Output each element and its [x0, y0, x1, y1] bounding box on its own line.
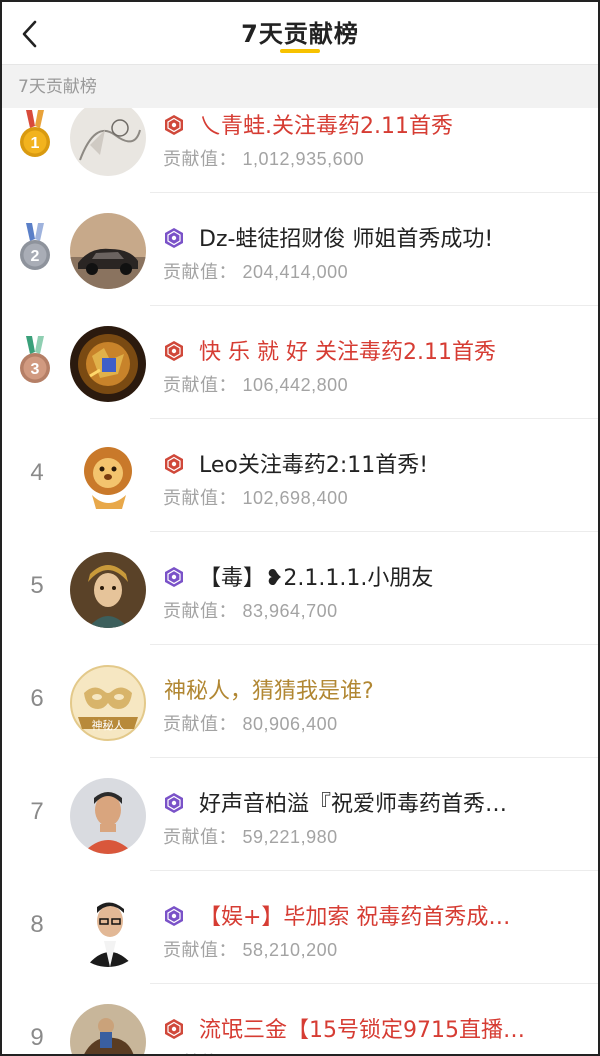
contribution-value: 贡献值： 1,012,935,600	[163, 145, 364, 171]
contribution-value: 贡献值： 83,964,700	[163, 597, 338, 623]
user-name[interactable]: 快 乐 就 好 关注毒药2.11首秀	[199, 334, 496, 366]
contribution-list[interactable]: 1 乀青蛙.关注毒药2.11首秀贡献值： 1,012,935,600 2 Dz-…	[2, 108, 598, 1054]
user-name[interactable]: Leo关注毒药2:11首秀!	[199, 447, 428, 479]
user-name[interactable]: 乀青蛙.关注毒药2.11首秀	[199, 108, 453, 140]
level-badge-icon	[163, 566, 185, 588]
contribution-label: 贡献值：	[163, 940, 243, 960]
contribution-amount: 1,012,935,600	[242, 149, 365, 169]
contribution-amount: 59,221,980	[242, 827, 338, 847]
list-item[interactable]: 4 Leo关注毒药2:11首秀! 贡献值： 102,698,400	[2, 419, 598, 532]
avatar[interactable]	[70, 326, 146, 402]
mystery-avatar-label: 神秘人	[91, 719, 125, 732]
contribution-value: 贡献值： 106,442,800	[163, 371, 348, 397]
list-item[interactable]: 8 【娱+】毕加索 祝毒药首秀成… 贡献值： 58,210,200	[2, 871, 598, 984]
contribution-value: 贡献值： 57,480,000	[163, 1049, 338, 1054]
svg-text:1: 1	[31, 135, 40, 152]
user-name[interactable]: 好声音柏溢『祝爱师毒药首秀…	[199, 786, 507, 818]
contribution-amount: 83,964,700	[242, 601, 338, 621]
contribution-value: 贡献值： 59,221,980	[163, 823, 338, 849]
contribution-label: 贡献值：	[163, 375, 243, 395]
contribution-value: 贡献值： 58,210,200	[163, 936, 338, 962]
svg-text:3: 3	[31, 361, 40, 378]
user-name[interactable]: Dz-蛙徒招财俊 师姐首秀成功!	[199, 221, 493, 253]
app-frame: 7天贡献榜 7天贡献榜 1 乀青蛙.关注毒药2.11首秀贡献值： 1,012,9…	[0, 0, 600, 1056]
list-item[interactable]: 9 流氓三金【15号锁定9715直播… 贡献值： 57,480,000	[2, 984, 598, 1054]
rank-number: 6	[30, 685, 44, 712]
level-badge-icon	[163, 905, 185, 927]
level-badge-icon	[163, 114, 185, 136]
user-name[interactable]: 神秘人，猜猜我是谁?	[164, 673, 374, 705]
rank-number: 4	[30, 459, 44, 486]
avatar[interactable]	[70, 439, 146, 515]
rank-number: 8	[30, 911, 44, 938]
avatar[interactable]: 神秘人	[70, 665, 146, 741]
list-item[interactable]: 5 【毒】❥2.1.1.1.小朋友贡献值： 83,964,700	[2, 532, 598, 645]
contribution-label: 贡献值：	[163, 827, 243, 847]
contribution-value: 贡献值： 80,906,400	[163, 710, 338, 736]
rank-number: 7	[30, 798, 44, 825]
rank-number: 5	[30, 572, 44, 599]
avatar[interactable]	[70, 1004, 146, 1054]
level-badge-icon	[163, 1018, 185, 1040]
level-badge-icon	[163, 340, 185, 362]
user-name[interactable]: 【毒】❥2.1.1.1.小朋友	[199, 560, 433, 592]
list-item[interactable]: 6 神秘人 神秘人，猜猜我是谁? 贡献值： 80,906,400	[2, 645, 598, 758]
active-tab-indicator	[280, 49, 320, 53]
list-item[interactable]: 3 快 乐 就 好 关注毒药2.11首秀贡献值： 106,442,800	[2, 306, 598, 419]
contribution-label: 贡献值：	[163, 149, 243, 169]
level-badge-icon	[163, 792, 185, 814]
avatar[interactable]	[70, 891, 146, 967]
avatar[interactable]	[70, 213, 146, 289]
level-badge-icon	[163, 453, 185, 475]
avatar[interactable]	[70, 552, 146, 628]
page-title: 7天贡献榜	[241, 20, 359, 48]
bronze-medal-icon: 3	[18, 336, 52, 386]
contribution-amount: 80,906,400	[242, 714, 338, 734]
contribution-amount: 102,698,400	[242, 488, 349, 508]
silver-medal-icon: 2	[18, 223, 52, 273]
avatar[interactable]	[70, 778, 146, 854]
list-item[interactable]: 7 好声音柏溢『祝爱师毒药首秀… 贡献值： 59,221,980	[2, 758, 598, 871]
list-item[interactable]: 1 乀青蛙.关注毒药2.11首秀贡献值： 1,012,935,600	[2, 108, 598, 193]
rank-number: 9	[30, 1024, 44, 1051]
contribution-label: 贡献值：	[163, 601, 243, 621]
header: 7天贡献榜	[2, 2, 598, 64]
contribution-label: 贡献值：	[163, 262, 243, 282]
user-name[interactable]: 流氓三金【15号锁定9715直播…	[199, 1012, 525, 1044]
user-name[interactable]: 【娱+】毕加索 祝毒药首秀成…	[199, 899, 510, 931]
contribution-value: 贡献值： 102,698,400	[163, 484, 348, 510]
contribution-label: 贡献值：	[163, 488, 243, 508]
list-item[interactable]: 2 Dz-蛙徒招财俊 师姐首秀成功! 贡献值： 204,414,000	[2, 193, 598, 306]
contribution-value: 贡献值： 204,414,000	[163, 258, 348, 284]
avatar[interactable]	[70, 108, 146, 176]
section-header: 7天贡献榜	[2, 64, 598, 108]
contribution-amount: 204,414,000	[242, 262, 349, 282]
svg-text:2: 2	[31, 248, 40, 265]
contribution-amount: 58,210,200	[242, 940, 338, 960]
level-badge-icon	[163, 227, 185, 249]
contribution-amount: 106,442,800	[242, 375, 349, 395]
contribution-label: 贡献值：	[163, 714, 243, 734]
gold-medal-icon: 1	[18, 110, 52, 160]
